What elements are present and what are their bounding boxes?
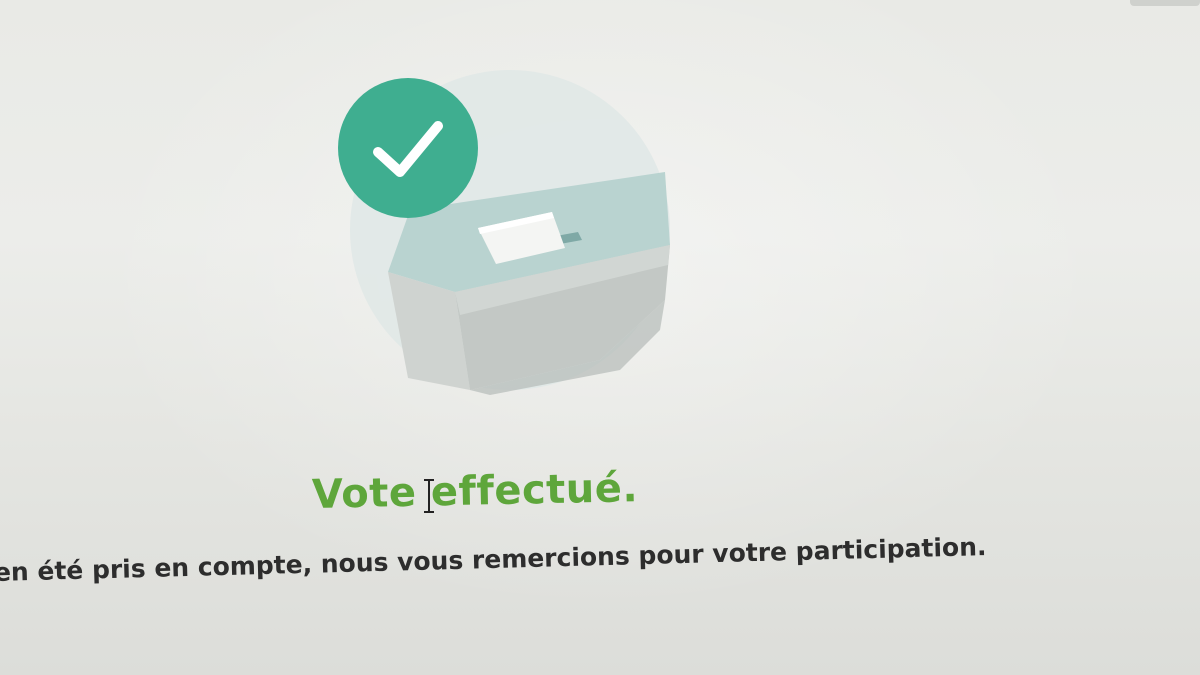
top-corner-mark — [1130, 0, 1200, 6]
vote-illustration — [320, 60, 700, 400]
confirmation-message: en été pris en compte, nous vous remerci… — [0, 532, 987, 587]
confirmation-title: Vote effectué. — [311, 465, 639, 518]
check-circle-icon — [338, 78, 478, 218]
text-cursor-icon — [424, 479, 434, 513]
